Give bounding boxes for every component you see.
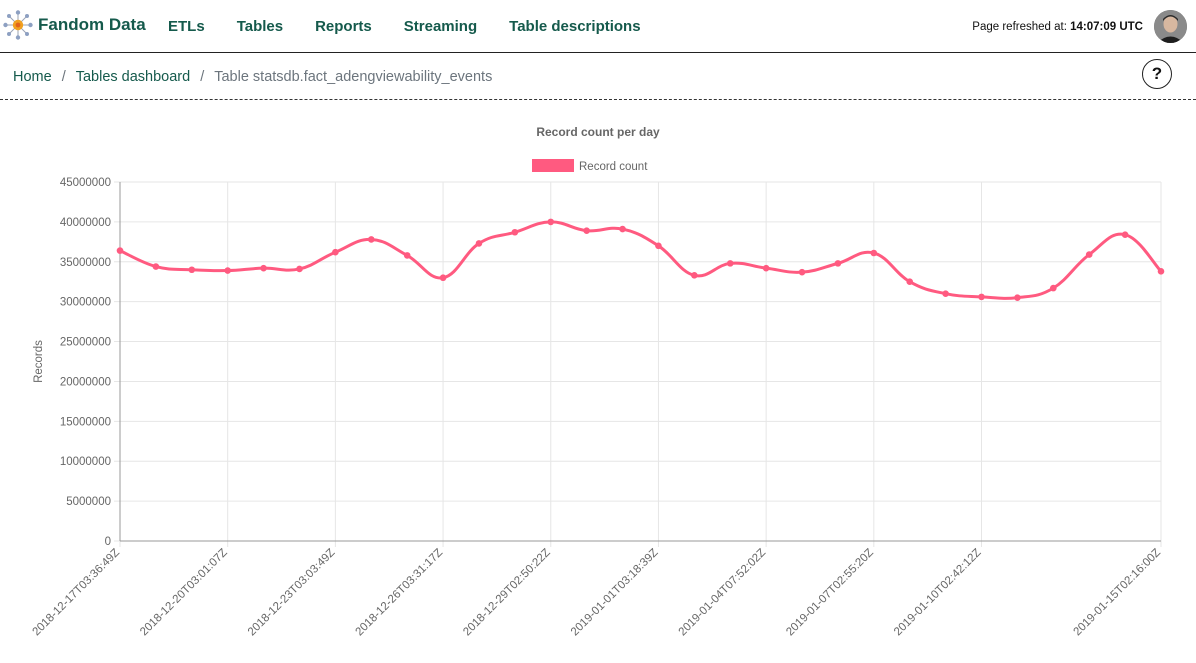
brand[interactable]: Fandom Data bbox=[2, 9, 146, 41]
y-tick-label: 5000000 bbox=[66, 496, 111, 508]
nav-etls[interactable]: ETLs bbox=[168, 18, 205, 35]
y-tick-label: 45000000 bbox=[60, 177, 111, 189]
data-point bbox=[547, 218, 555, 226]
data-point bbox=[116, 247, 124, 254]
y-tick-label: 20000000 bbox=[60, 376, 111, 388]
refresh-label: Page refreshed at: bbox=[972, 21, 1067, 33]
y-tick-label: 10000000 bbox=[60, 456, 111, 468]
record-count-chart: Record count per day Record count 0 5000000… bbox=[0, 110, 1196, 663]
user-avatar[interactable] bbox=[1154, 10, 1187, 43]
nav-reports[interactable]: Reports bbox=[315, 18, 372, 35]
y-tick-label: 0 bbox=[105, 536, 111, 548]
x-tick-label: 2018-12-17T03:36:49Z bbox=[30, 547, 122, 639]
nav-streaming[interactable]: Streaming bbox=[404, 18, 477, 35]
legend-label: Record count bbox=[579, 161, 648, 173]
breadcrumb: Home / Tables dashboard / Table statsdb.… bbox=[0, 54, 1196, 100]
data-point bbox=[332, 248, 339, 256]
data-point bbox=[439, 274, 447, 282]
y-tick-label: 40000000 bbox=[60, 217, 111, 229]
help-button[interactable]: ? bbox=[1142, 59, 1172, 89]
data-point bbox=[152, 263, 160, 270]
main-nav: ETLs Tables Reports Streaming Table desc… bbox=[168, 18, 673, 35]
x-tick-label: 2018-12-26T03:31:17Z bbox=[354, 547, 446, 639]
data-point bbox=[583, 227, 590, 234]
y-axis-label: Records bbox=[33, 340, 45, 383]
brand-name: Fandom Data bbox=[38, 15, 146, 34]
breadcrumb-tables-dashboard[interactable]: Tables dashboard bbox=[76, 69, 190, 85]
page-refresh-status: Page refreshed at: 14:07:09 UTC bbox=[972, 21, 1143, 33]
breadcrumb-current: Table statsdb.fact_adengviewability_even… bbox=[214, 69, 493, 85]
user-photo-icon bbox=[1154, 10, 1187, 43]
data-point bbox=[619, 225, 626, 233]
data-point bbox=[762, 264, 770, 272]
data-point bbox=[224, 267, 231, 274]
top-navbar: Fandom Data ETLs Tables Reports Streamin… bbox=[0, 0, 1196, 53]
data-point bbox=[691, 272, 698, 279]
x-tick-label: 2018-12-23T03:03:49Z bbox=[246, 547, 338, 639]
data-point bbox=[1121, 231, 1129, 238]
x-tick-label: 2019-01-15T02:16:00Z bbox=[1071, 547, 1163, 639]
data-point bbox=[1050, 284, 1057, 292]
data-point bbox=[834, 260, 842, 267]
series-line-record-count bbox=[119, 220, 1163, 300]
breadcrumb-separator: / bbox=[200, 69, 205, 85]
data-point bbox=[978, 293, 985, 301]
data-point bbox=[296, 265, 303, 273]
y-tick-label: 25000000 bbox=[60, 337, 111, 349]
x-tick-label: 2019-01-04T07:52:02Z bbox=[677, 547, 769, 639]
y-tick-label: 35000000 bbox=[60, 257, 111, 269]
data-point bbox=[188, 266, 196, 274]
refresh-time: 14:07:09 UTC bbox=[1070, 21, 1143, 33]
x-tick-label: 2019-01-10T02:42:12Z bbox=[892, 547, 984, 639]
chart-canvas: Record count per day Record count 0 5000000… bbox=[30, 125, 1165, 639]
data-point bbox=[475, 240, 483, 247]
data-point bbox=[1157, 268, 1165, 275]
network-logo-icon bbox=[3, 10, 33, 40]
data-point bbox=[870, 249, 878, 257]
chart-title: Record count per day bbox=[536, 125, 660, 139]
data-point bbox=[942, 290, 949, 297]
y-tick-label: 15000000 bbox=[60, 416, 111, 428]
data-point bbox=[1014, 294, 1021, 301]
breadcrumb-home[interactable]: Home bbox=[13, 69, 52, 85]
data-point bbox=[1085, 251, 1093, 258]
data-point bbox=[726, 260, 734, 267]
x-tick-label: 2019-01-01T03:18:39Z bbox=[569, 547, 661, 639]
breadcrumb-separator: / bbox=[61, 69, 66, 85]
data-point bbox=[906, 278, 914, 286]
data-point bbox=[798, 268, 806, 276]
data-point bbox=[511, 228, 519, 236]
y-tick-label: 30000000 bbox=[60, 297, 111, 309]
data-point bbox=[260, 264, 267, 272]
nav-tables[interactable]: Tables bbox=[237, 18, 283, 35]
nav-table-descriptions[interactable]: Table descriptions bbox=[509, 18, 640, 35]
x-tick-label: 2018-12-29T02:50:22Z bbox=[461, 547, 553, 639]
data-point bbox=[367, 236, 375, 243]
legend-swatch bbox=[532, 159, 574, 172]
data-point bbox=[403, 252, 411, 259]
data-point bbox=[655, 242, 662, 250]
x-tick-label: 2018-12-20T03:01:07Z bbox=[138, 547, 230, 639]
x-tick-label: 2019-01-07T02:55:20Z bbox=[784, 547, 876, 639]
